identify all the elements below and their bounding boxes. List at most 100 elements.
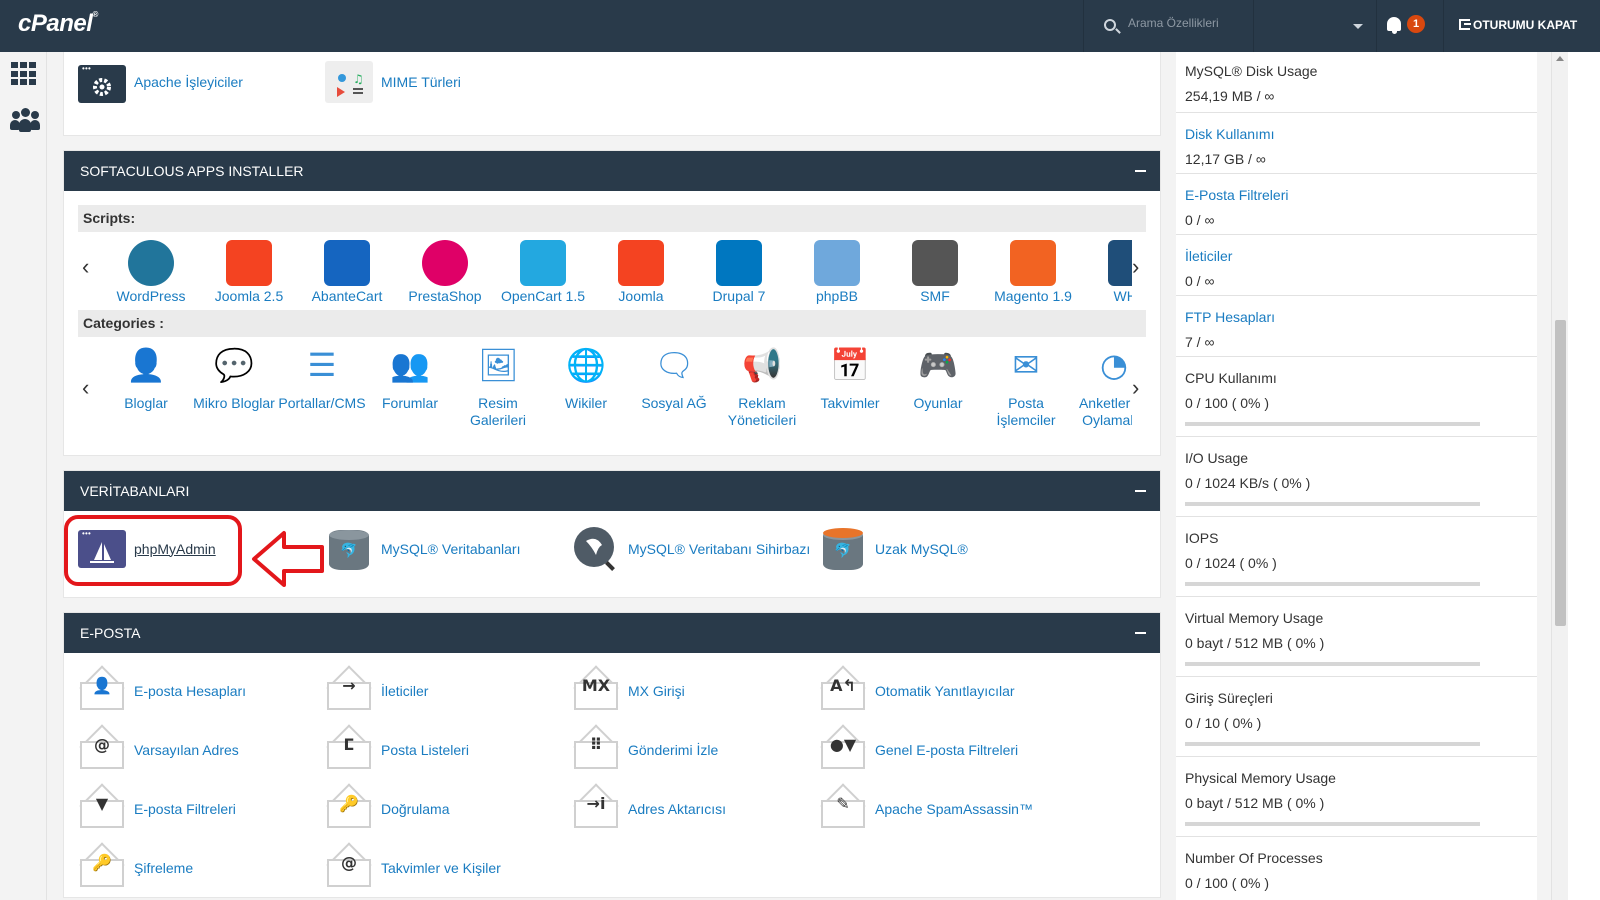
category-item[interactable]: 🌐 Wikiler <box>542 337 630 445</box>
carousel-prev-icon[interactable]: ‹ <box>82 254 94 280</box>
email-item-label: Posta Listeleri <box>381 741 469 758</box>
main-content: Apache İşleyiciler ♫ MIME Türleri SOFTAC… <box>63 52 1161 900</box>
category-item[interactable]: ◔ Anketler ve Oylamalar <box>1070 337 1132 445</box>
email-glyph: ⠿ <box>589 734 603 754</box>
email-item[interactable]: ⵎ Posta Listeleri <box>325 720 572 779</box>
stat-row: Number Of Processes 0 / 100 ( 0% ) <box>1176 837 1537 900</box>
script-logo-icon <box>618 240 664 286</box>
categories-next-icon[interactable]: › <box>1132 375 1144 401</box>
logout-button[interactable]: OTURUMU KAPAT <box>1443 0 1600 52</box>
stat-label[interactable]: E-Posta Filtreleri <box>1185 184 1528 208</box>
stat-label[interactable]: İleticiler <box>1185 245 1528 269</box>
email-item[interactable]: ●▼ Genel E-posta Filtreleri <box>819 720 1066 779</box>
email-glyph: @ <box>341 852 357 872</box>
mysql-databases-link[interactable]: 🐬 MySQL® Veritabanları <box>325 519 572 578</box>
remote-mysql-label: Uzak MySQL® <box>875 540 968 557</box>
script-item[interactable]: Joomla <box>592 232 690 310</box>
email-item[interactable]: @ Varsayılan Adres <box>78 720 325 779</box>
stat-label[interactable]: Disk Kullanımı <box>1185 123 1528 147</box>
stat-value: 0 bayt / 512 MB ( 0% ) <box>1185 795 1325 811</box>
category-name: Reklam Yöneticileri <box>727 395 797 428</box>
script-item[interactable]: OpenCart 1.5 <box>494 232 592 310</box>
notifications-button[interactable]: 1 <box>1376 0 1440 52</box>
script-item[interactable]: Drupal 7 <box>690 232 788 310</box>
remote-mysql-icon: 🐬 <box>819 527 867 570</box>
email-item[interactable]: →i Adres Aktarıcısı <box>572 779 819 838</box>
email-item[interactable]: A↰ Otomatik Yanıtlayıcılar <box>819 661 1066 720</box>
email-item[interactable]: → İleticiler <box>325 661 572 720</box>
script-item[interactable]: WHM <box>1082 232 1132 310</box>
email-item[interactable]: ✎ Apache SpamAssassin™ <box>819 779 1066 838</box>
envelope-icon: ⠿ <box>572 723 620 771</box>
email-item[interactable]: ▼ E-posta Filtreleri <box>78 779 325 838</box>
remote-mysql-link[interactable]: 🐬 Uzak MySQL® <box>819 519 1066 578</box>
script-item[interactable]: AbanteCart <box>298 232 396 310</box>
image-icon: 🖼 <box>478 346 519 384</box>
category-name: Portallar/CMS <box>278 395 366 411</box>
stat-value: 0 / 1024 ( 0% ) <box>1185 555 1277 571</box>
script-name: Drupal 7 <box>712 288 766 304</box>
email-item[interactable]: 🔑 Doğrulama <box>325 779 572 838</box>
collapse-icon[interactable] <box>1135 170 1146 172</box>
script-item[interactable]: Magento 1.9 <box>984 232 1082 310</box>
email-item[interactable]: 🔑 Şifreleme <box>78 838 325 897</box>
script-name: phpBB <box>815 288 859 304</box>
envelope-icon: ●▼ <box>819 723 867 771</box>
script-name: OpenCart 1.5 <box>500 288 586 304</box>
script-item[interactable]: Joomla 2.5 <box>200 232 298 310</box>
usage-bar <box>1185 502 1480 506</box>
category-item[interactable]: 🎮 Oyunlar <box>894 337 982 445</box>
softaculous-header[interactable]: SOFTACULOUS APPS INSTALLER <box>64 151 1160 191</box>
category-item[interactable]: ☰ Portallar/CMS <box>278 337 366 445</box>
cpanel-logo[interactable]: cPanel® <box>18 10 98 38</box>
category-item[interactable]: 📢 Reklam Yöneticileri <box>718 337 806 445</box>
script-logo-icon <box>1010 240 1056 286</box>
category-item[interactable]: 👤 Bloglar <box>102 337 190 445</box>
stat-label: Number Of Processes <box>1185 850 1323 866</box>
search-input[interactable] <box>1128 16 1248 30</box>
stat-label: Giriş Süreçleri <box>1185 690 1273 706</box>
scroll-up-icon[interactable] <box>1556 56 1564 61</box>
category-name: Posta İşlemciler <box>996 395 1056 428</box>
collapse-icon[interactable] <box>1135 632 1146 634</box>
user-dropdown-button[interactable] <box>1253 0 1373 52</box>
email-header[interactable]: E-POSTA <box>64 613 1160 653</box>
users-icon[interactable] <box>10 108 40 134</box>
databases-header[interactable]: VERİTABANLARI <box>64 471 1160 511</box>
mime-types-link[interactable]: ♫ MIME Türleri <box>325 52 572 111</box>
scrollbar[interactable] <box>1551 52 1568 900</box>
stat-row: Physical Memory Usage 0 bayt / 512 MB ( 0… <box>1176 757 1537 837</box>
category-item[interactable]: ✉ Posta İşlemciler <box>982 337 1070 445</box>
scripts-carousel: ‹ WordPress Joomla 2.5 AbanteCart PrestaSho… <box>78 232 1146 310</box>
script-item[interactable]: WordPress <box>102 232 200 310</box>
script-name: AbanteCart <box>311 288 383 304</box>
categories-prev-icon[interactable]: ‹ <box>82 375 94 401</box>
carousel-next-icon[interactable]: › <box>1132 254 1144 280</box>
collapse-icon[interactable] <box>1135 490 1146 492</box>
email-item[interactable]: 👤 E-posta Hesapları <box>78 661 325 720</box>
category-item[interactable]: 🗨 Sosyal AĞ <box>630 337 718 445</box>
category-name: Resim Galerileri <box>469 395 526 428</box>
email-item[interactable]: MX MX Girişi <box>572 661 819 720</box>
email-item-label: Şifreleme <box>134 859 194 876</box>
apps-grid-icon[interactable] <box>11 62 37 86</box>
stat-row: FTP Hesapları 7 / ∞ <box>1176 296 1537 357</box>
category-item[interactable]: 🖼 Resim Galerileri <box>454 337 542 445</box>
scroll-thumb[interactable] <box>1555 320 1566 626</box>
category-item[interactable]: 📅 Takvimler <box>806 337 894 445</box>
apache-handlers-link[interactable]: Apache İşleyiciler <box>78 52 325 111</box>
email-item[interactable]: @ Takvimler ve Kişiler <box>325 838 572 897</box>
script-item[interactable]: PrestaShop <box>396 232 494 310</box>
envelope-icon: 🔑 <box>325 782 373 830</box>
email-item[interactable]: ⠿ Gönderimi İzle <box>572 720 819 779</box>
script-item[interactable]: phpBB <box>788 232 886 310</box>
search-box[interactable] <box>1083 0 1253 52</box>
category-item[interactable]: 👥 Forumlar <box>366 337 454 445</box>
email-glyph: MX <box>581 675 611 695</box>
mysql-wizard-link[interactable]: MySQL® Veritabanı Sihirbazı <box>572 519 819 578</box>
stat-label[interactable]: FTP Hesapları <box>1185 306 1528 330</box>
category-item[interactable]: 💬 Mikro Bloglar <box>190 337 278 445</box>
script-item[interactable]: SMF <box>886 232 984 310</box>
usage-bar <box>1185 662 1480 666</box>
envelope-icon: @ <box>325 841 373 889</box>
